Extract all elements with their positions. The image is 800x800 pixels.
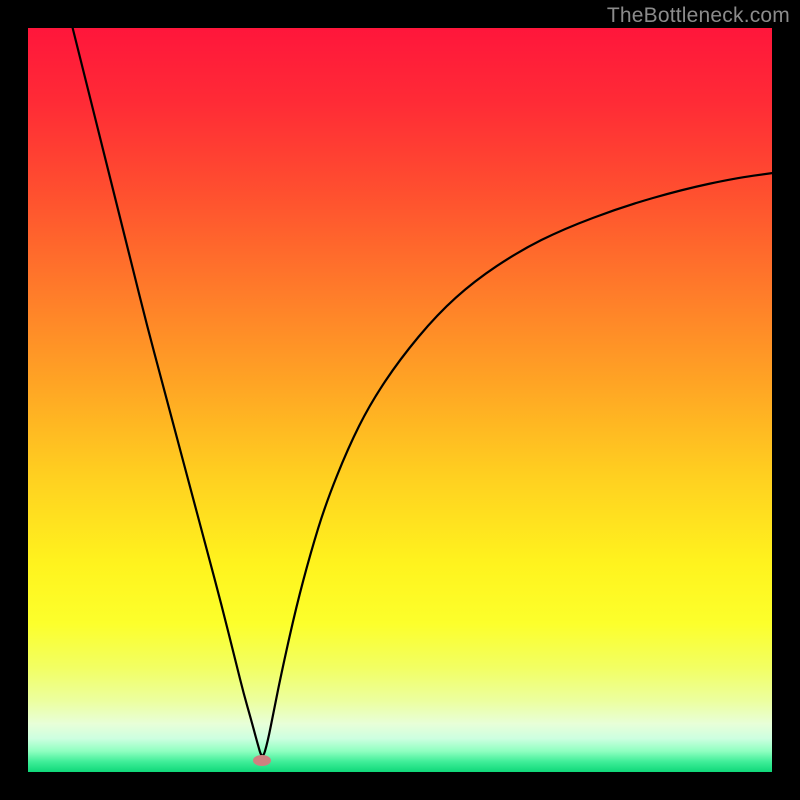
plot-area bbox=[28, 28, 772, 772]
bottleneck-curve bbox=[28, 28, 772, 772]
chart-container: TheBottleneck.com bbox=[0, 0, 800, 800]
watermark-text: TheBottleneck.com bbox=[607, 4, 790, 28]
